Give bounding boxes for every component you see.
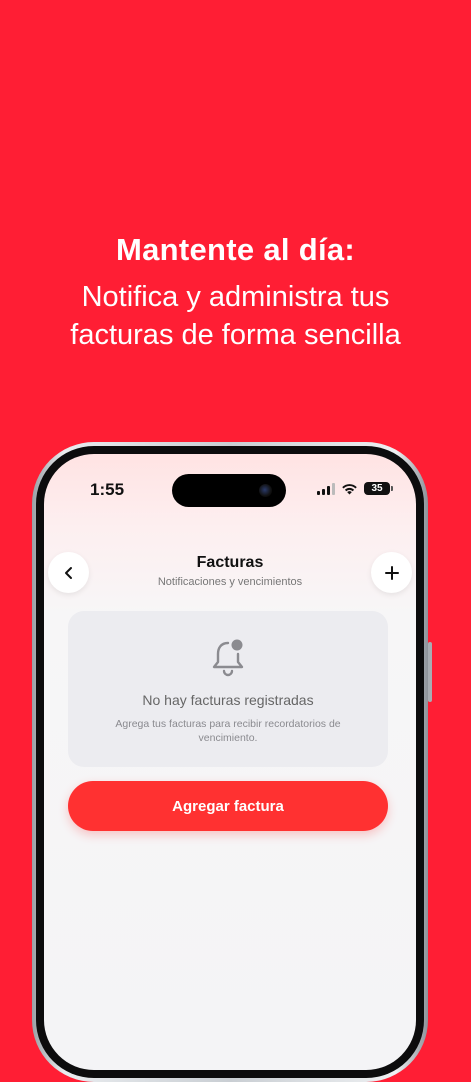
wifi-icon <box>342 483 357 494</box>
empty-state-title: No hay facturas registradas <box>142 692 314 708</box>
nav-header: Facturas Notificaciones y vencimientos <box>44 544 416 594</box>
camera-icon <box>259 484 272 497</box>
status-time: 1:55 <box>90 480 125 499</box>
phone-frame: 1:55 35 Facturas Notificaciones y vencim… <box>32 442 432 1082</box>
empty-state-card: No hay facturas registradas Agrega tus f… <box>68 611 388 767</box>
page-subtitle: Notificaciones y vencimientos <box>157 576 303 588</box>
add-invoice-button[interactable]: Agregar factura <box>68 781 388 831</box>
plus-icon <box>384 565 399 580</box>
battery-icon: 35 <box>364 482 393 495</box>
cellular-signal-icon <box>317 482 335 495</box>
add-invoice-icon-button[interactable] <box>371 552 412 593</box>
dynamic-island <box>172 474 286 507</box>
status-icons: 35 <box>317 482 393 495</box>
status-bar: 1:55 35 <box>44 454 416 514</box>
empty-state-description: Agrega tus facturas para recibir recorda… <box>115 718 341 744</box>
empty-state-icon-wrapper <box>208 637 248 679</box>
hero-section: Mantente al día: Notifica y administra t… <box>0 228 471 354</box>
phone-screen: 1:55 35 Facturas Notificaciones y vencim… <box>44 454 416 1070</box>
bell-badge-icon <box>212 639 244 677</box>
phone-bezel: 1:55 35 Facturas Notificaciones y vencim… <box>36 446 424 1078</box>
hero-title: Mantente al día: <box>115 232 356 267</box>
hero-subtitle: Notifica y administra tus facturas de fo… <box>70 281 401 351</box>
page-title: Facturas <box>196 554 264 571</box>
phone-side-button <box>428 642 432 702</box>
